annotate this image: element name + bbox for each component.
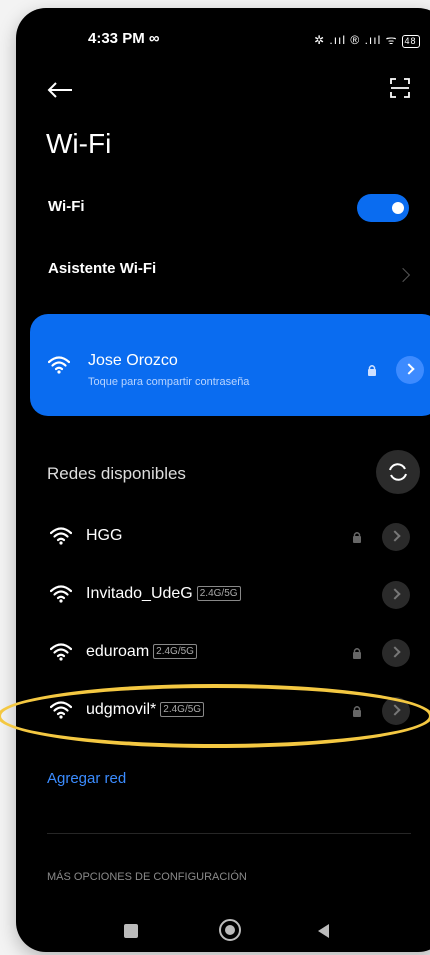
battery-icon: 48 — [401, 35, 420, 48]
lock-icon — [353, 532, 361, 543]
refresh-icon — [389, 463, 407, 481]
wifi-toggle[interactable] — [357, 194, 409, 222]
network-name-text: Invitado_UdeG — [86, 585, 193, 602]
network-row-invitado-udeg[interactable]: Invitado_UdeG 2.4G/5G — [16, 575, 430, 615]
page-title: Wi-Fi — [46, 128, 112, 159]
chevron-right-icon — [403, 363, 415, 375]
phone-screen: 4:33 PM ∞ ✲ .ııl ® .ııl ᯤ 48 Wi-Fi Wi-Fi … — [16, 8, 430, 952]
connected-network-card[interactable]: Jose Orozco Toque para compartir contras… — [30, 314, 430, 416]
network-name-text: eduroam — [86, 643, 150, 660]
network-name: eduroam 2.4G/5G — [86, 643, 197, 661]
navigation-bar — [16, 916, 430, 946]
status-bar: 4:33 PM ∞ ✲ .ııl ® .ııl ᯤ 48 — [16, 28, 430, 52]
available-networks-heading: Redes disponibles — [47, 464, 186, 483]
add-network-link[interactable]: Agregar red — [47, 770, 126, 787]
recent-apps-icon[interactable] — [124, 924, 138, 938]
lock-icon — [353, 648, 361, 659]
network-row-eduroam[interactable]: eduroam 2.4G/5G — [16, 633, 430, 673]
home-icon[interactable] — [219, 919, 241, 941]
qr-scan-icon[interactable] — [390, 78, 410, 98]
wifi-assistant-item[interactable]: Asistente Wi-Fi — [48, 260, 156, 277]
back-triangle-icon[interactable] — [318, 924, 329, 938]
network-details-button[interactable] — [396, 356, 424, 384]
toggle-knob — [392, 202, 404, 214]
network-row-hgg[interactable]: HGG — [16, 517, 430, 557]
network-details-button[interactable] — [382, 523, 410, 551]
network-name: HGG — [86, 527, 122, 545]
chevron-right-icon — [389, 588, 401, 600]
lock-icon — [368, 365, 376, 376]
chevron-right-icon — [389, 646, 401, 658]
status-time: 4:33 PM ∞ — [88, 30, 160, 47]
chevron-right-icon — [389, 530, 401, 542]
wifi-icon — [50, 527, 72, 545]
more-options-heading[interactable]: MÁS OPCIONES DE CONFIGURACIÓN — [47, 871, 247, 883]
arrow-left-icon[interactable] — [46, 80, 74, 100]
band-badge: 2.4G/5G — [196, 586, 241, 601]
signal-indicators: ✲ .ııl ® .ııl ᯤ — [314, 33, 398, 47]
band-badge: 2.4G/5G — [153, 644, 197, 659]
wifi-icon — [50, 643, 72, 661]
connected-network-subtitle: Toque para compartir contraseña — [88, 376, 250, 388]
wifi-icon — [50, 585, 72, 603]
connected-network-name: Jose Orozco — [88, 352, 178, 369]
status-icons: ✲ .ııl ® .ııl ᯤ 48 — [314, 31, 420, 48]
wifi-icon — [48, 356, 70, 374]
network-details-button[interactable] — [382, 639, 410, 667]
network-name: Invitado_UdeG 2.4G/5G — [86, 585, 241, 603]
highlight-annotation — [0, 684, 430, 748]
wifi-toggle-label: Wi-Fi — [48, 198, 85, 215]
chevron-right-icon — [395, 267, 411, 283]
divider — [47, 833, 411, 834]
refresh-button[interactable] — [376, 450, 420, 494]
network-details-button[interactable] — [382, 581, 410, 609]
network-name-text: HGG — [86, 527, 123, 544]
